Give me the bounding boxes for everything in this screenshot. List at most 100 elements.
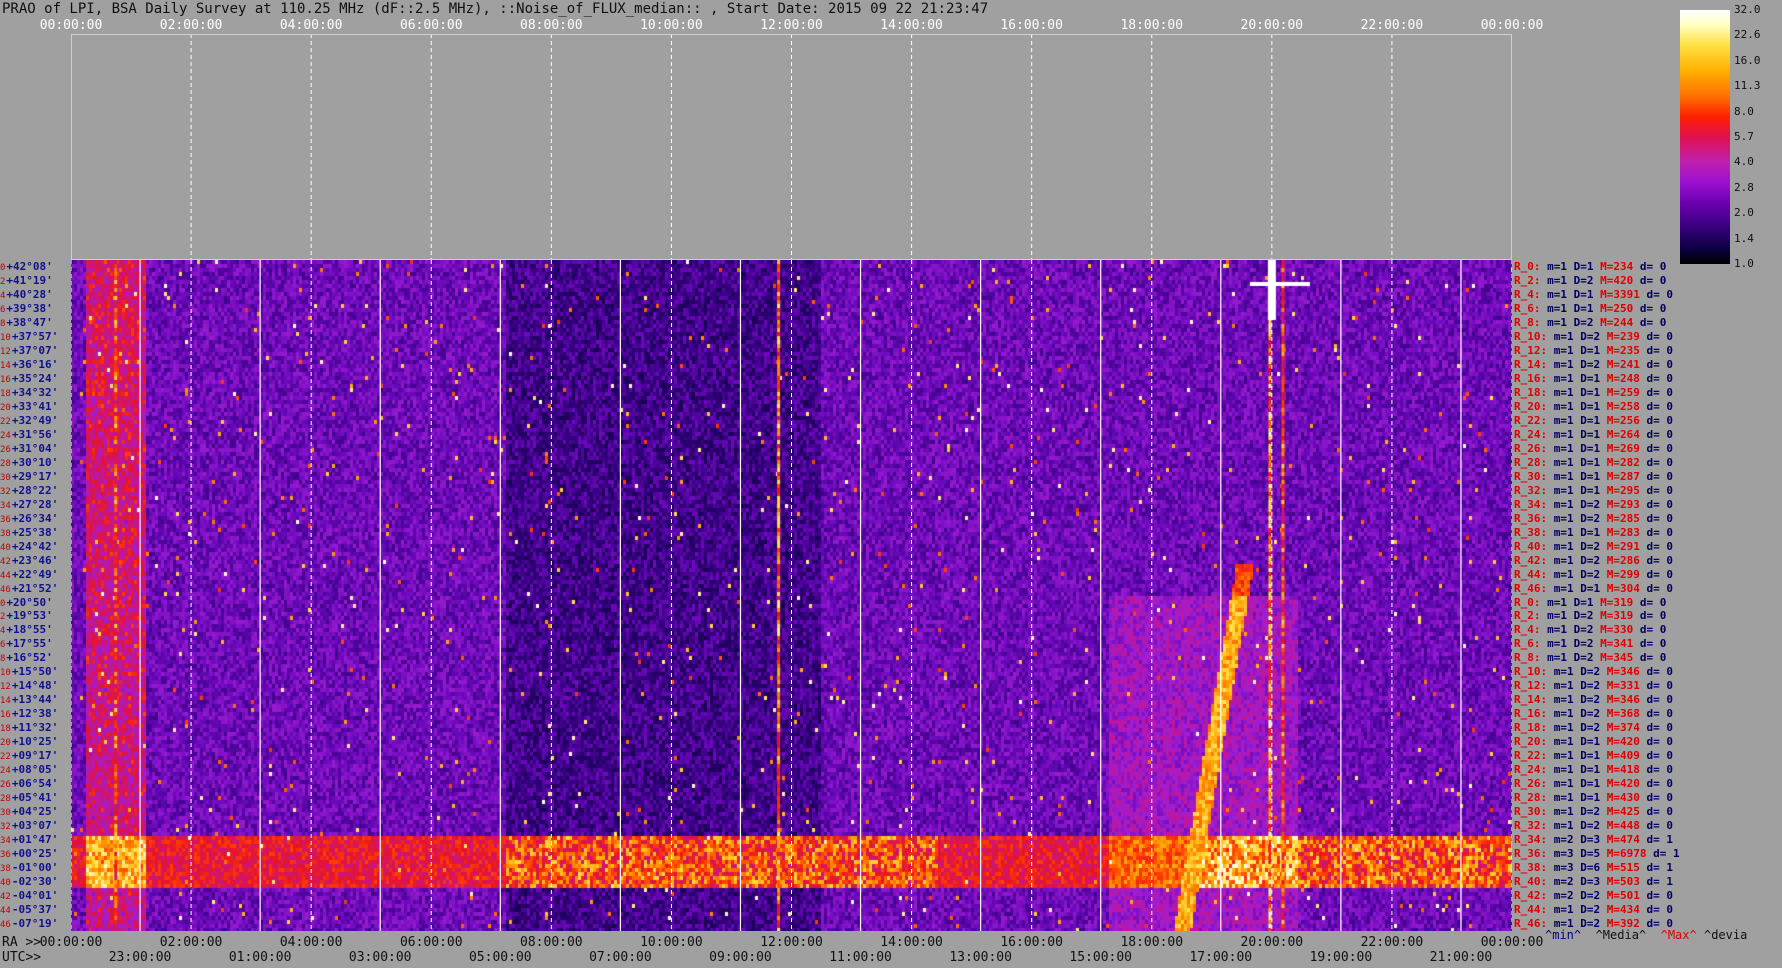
- row-stat: R_6: m=1 D=2 M=341 d= 0: [1514, 637, 1667, 651]
- declination-label: 38+25°38': [0, 526, 58, 541]
- row-index: 24: [0, 430, 11, 441]
- row-index: 42: [0, 892, 11, 903]
- top-tick-label: 02:00:00: [159, 18, 223, 33]
- row-stat: R_22: m=1 D=1 M=256 d= 0: [1514, 413, 1673, 427]
- row-index: 34: [0, 836, 11, 847]
- declination-label: 14+13°44': [0, 693, 58, 708]
- row-index: 40: [0, 542, 11, 553]
- declination-label: 28+05°41': [0, 791, 58, 806]
- row-index: 8: [0, 654, 6, 665]
- row-index: 30: [0, 808, 11, 819]
- row-index: 30: [0, 472, 11, 483]
- ra-tick-label: 10:00:00: [640, 935, 703, 950]
- ra-tick-label: 14:00:00: [880, 935, 943, 950]
- row-index: 34: [0, 500, 11, 511]
- declination-label: 8+16°52': [0, 651, 53, 666]
- row-index: 0: [0, 263, 6, 273]
- utc-tick-label: 19:00:00: [1309, 950, 1373, 965]
- declination-value: +30°10': [11, 455, 59, 469]
- top-tick-label: 14:00:00: [880, 18, 943, 33]
- declination-value: +42°08': [6, 260, 53, 273]
- declination-value: +22°49': [11, 567, 59, 581]
- utc-tick-label: 07:00:00: [589, 950, 652, 965]
- colorbar-tick-label: 16.0: [1734, 53, 1761, 67]
- row-stat: R_38: m=1 D=1 M=283 d= 0: [1514, 525, 1673, 539]
- utc-tick-label: 15:00:00: [1069, 950, 1133, 965]
- legend-median: ^Media^: [1595, 928, 1647, 942]
- declination-label: 2+41°19': [0, 274, 53, 289]
- row-index: 6: [0, 304, 6, 315]
- declination-label: 30+29°17': [0, 470, 58, 485]
- declination-label: 16+12°38': [0, 707, 58, 722]
- declination-label: 2+19°53': [0, 609, 53, 624]
- declination-value: +06°54': [11, 777, 59, 791]
- ra-tick-label: 04:00:00: [279, 935, 343, 950]
- declination-value: +24°42': [11, 539, 59, 553]
- declination-value: +09°17': [11, 749, 59, 763]
- row-index: 12: [0, 346, 11, 357]
- upper-plot-area: [70, 34, 1513, 260]
- ra-tick-label: 20:00:00: [1240, 935, 1304, 950]
- declination-value: +18°55': [6, 623, 53, 637]
- row-stat: R_8: m=1 D=2 M=244 d= 0: [1514, 315, 1667, 329]
- row-index: 36: [0, 850, 11, 861]
- declination-value: +15°50': [11, 665, 59, 679]
- declination-label: 40-02°30': [0, 875, 58, 890]
- row-index: 2: [0, 612, 6, 623]
- declination-value: +32°49': [11, 413, 59, 427]
- row-index: 22: [0, 416, 11, 427]
- row-index: 16: [0, 374, 11, 385]
- ra-axis-prefix: RA >>: [2, 935, 42, 950]
- ra-tick-label: 08:00:00: [520, 935, 583, 950]
- declination-label: 40+24°42': [0, 540, 58, 555]
- row-stat: R_40: m=2 D=3 M=503 d= 1: [1514, 875, 1673, 889]
- declination-label: 44+22°49': [0, 568, 58, 583]
- declination-label: 24+31°56': [0, 428, 58, 443]
- declination-value: +37°57': [11, 329, 59, 343]
- ra-tick-label: 00:00:00: [39, 935, 103, 950]
- row-index: 6: [0, 640, 6, 651]
- row-stat: R_32: m=1 D=2 M=448 d= 0: [1514, 819, 1673, 833]
- declination-value: +00°25': [11, 847, 59, 861]
- declination-label: 34+01°47': [0, 833, 58, 848]
- colorbar: [1680, 10, 1730, 264]
- row-stat: R_4: m=1 D=1 M=3391 d= 0: [1514, 287, 1673, 301]
- row-stat: R_0: m=1 D=1 M=319 d= 0: [1514, 595, 1667, 609]
- row-stat: R_16: m=1 D=1 M=248 d= 0: [1514, 371, 1673, 385]
- utc-axis-prefix: UTC>>: [2, 950, 42, 965]
- row-index: 38: [0, 864, 11, 875]
- declination-label: 10+37°57': [0, 330, 58, 345]
- row-index: 28: [0, 794, 11, 805]
- declination-value: +37°07': [11, 343, 59, 357]
- declination-value: +05°41': [11, 791, 59, 805]
- declination-value: -05°37': [11, 903, 59, 917]
- row-stat: R_32: m=1 D=1 M=295 d= 0: [1514, 483, 1673, 497]
- row-stat: R_34: m=1 D=2 M=293 d= 0: [1514, 497, 1673, 511]
- row-index: 2: [0, 276, 6, 287]
- row-index: 22: [0, 752, 11, 763]
- declination-value: +28°22': [11, 483, 59, 497]
- stats-legend: ^min^ ^Media^ ^Max^ ^devia: [1545, 928, 1747, 942]
- declination-value: +13°44': [11, 693, 59, 707]
- declination-value: +41°19': [6, 273, 53, 287]
- row-stat: R_34: m=2 D=3 M=474 d= 1: [1514, 833, 1673, 847]
- declination-label: 24+08°05': [0, 763, 58, 778]
- top-tick-label: 08:00:00: [520, 18, 583, 33]
- row-stat: R_40: m=1 D=2 M=291 d= 0: [1514, 539, 1673, 553]
- row-stat: R_18: m=1 D=2 M=374 d= 0: [1514, 721, 1673, 735]
- row-index: 14: [0, 360, 11, 371]
- ra-tick-label: 18:00:00: [1120, 935, 1184, 950]
- top-tick-label: 12:00:00: [760, 18, 823, 33]
- declination-label: 20+10°25': [0, 735, 58, 750]
- legend-min: ^min^: [1545, 928, 1582, 942]
- declination-value: +11°32': [11, 721, 59, 735]
- row-stat: R_36: m=1 D=2 M=285 d= 0: [1514, 511, 1673, 525]
- row-index: 26: [0, 444, 11, 455]
- utc-tick-label: 13:00:00: [949, 950, 1012, 965]
- declination-label: 6+39°38': [0, 302, 53, 317]
- declination-label: 36+26°34': [0, 512, 58, 527]
- row-stat: R_42: m=2 D=2 M=501 d= 0: [1514, 889, 1673, 903]
- declination-value: +35°24': [11, 371, 59, 385]
- heatmap-plot: [71, 260, 1512, 931]
- declination-label: 4+18°55': [0, 623, 53, 638]
